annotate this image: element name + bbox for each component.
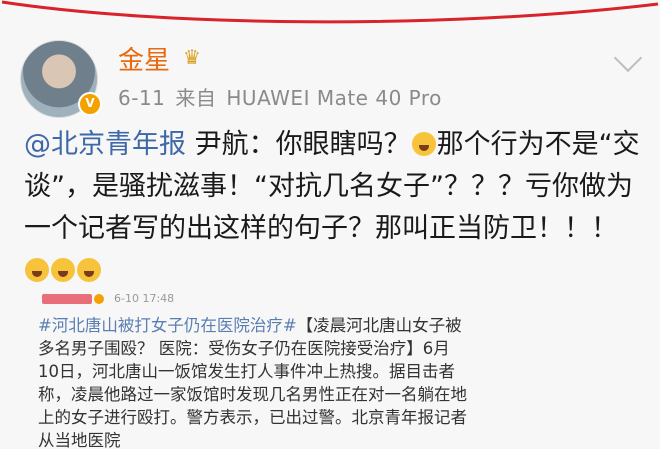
post-date: 6-11 — [118, 86, 166, 110]
quoted-hashtag[interactable]: #河北唐山被打女子仍在医院治疗# — [38, 316, 297, 335]
verified-badge-icon: V — [78, 92, 102, 116]
quoted-post[interactable]: 6-10 17:48 #河北唐山被打女子仍在医院治疗#【凌晨河北唐山女子被多名男… — [24, 282, 650, 449]
verified-badge-icon — [94, 293, 104, 304]
post-text: @北京青年报 尹航：你眼瞎吗？ 那个行为不是“交谈”，是骚扰滋事！“对抗几名女子”… — [24, 124, 650, 292]
angry-face-emoji-icon — [51, 258, 75, 282]
post-meta: 6-11 来自 HUAWEI Mate 40 Pro — [118, 82, 442, 111]
chevron-down-icon[interactable] — [613, 43, 643, 73]
angry-face-emoji-icon — [25, 258, 49, 282]
source-device: HUAWEI Mate 40 Pro — [226, 86, 442, 110]
quoted-header: 6-10 17:48 — [42, 288, 174, 307]
weibo-post-card: V 金星 ♛ 6-11 来自 HUAWEI Mate 40 Pro @北京青年报 尹… — [0, 0, 660, 449]
mention-link[interactable]: @北京青年报 — [24, 129, 186, 160]
angry-face-emoji-icon — [411, 132, 436, 156]
post-text-part1: 尹航：你眼瞎吗？ — [186, 129, 411, 160]
quoted-time: 6-10 17:48 — [114, 292, 175, 305]
quoted-username-redacted — [42, 293, 92, 304]
quoted-text: #河北唐山被打女子仍在医院治疗#【凌晨河北唐山女子被多名男子围殴？ 医院：受伤女… — [38, 314, 468, 449]
source-prefix: 来自 — [175, 86, 217, 110]
angry-face-emoji-icon — [77, 258, 101, 282]
crown-icon: ♛ — [183, 45, 201, 69]
username[interactable]: 金星 — [118, 40, 170, 77]
